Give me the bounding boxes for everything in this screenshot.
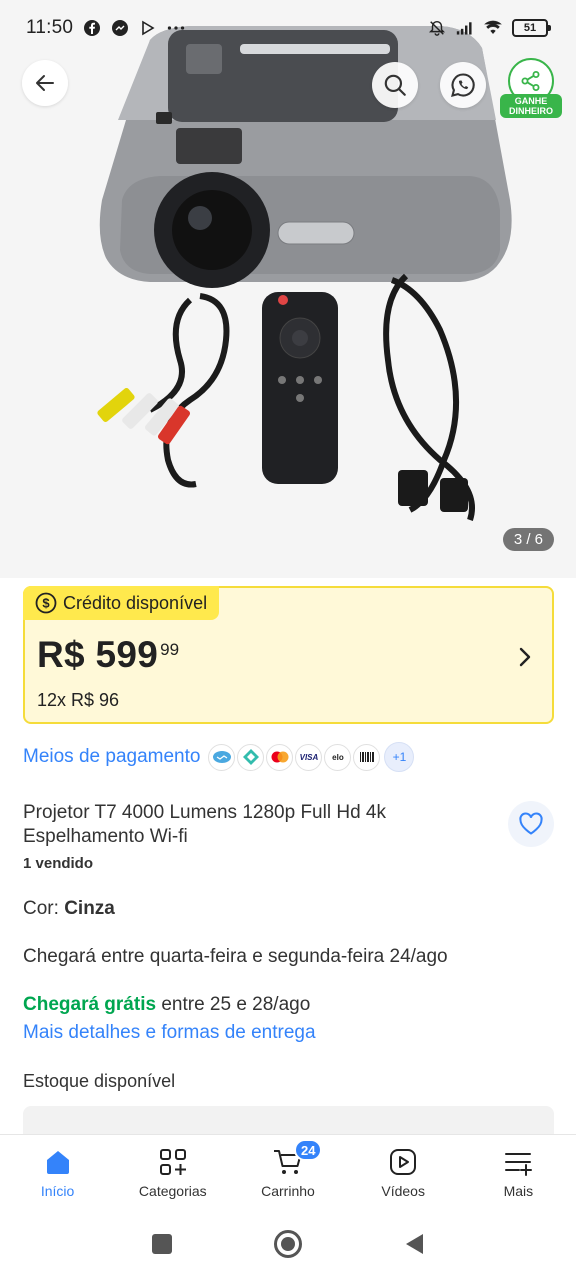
cart-badge: 24: [293, 1139, 323, 1161]
svg-text:$: $: [42, 596, 50, 611]
installments: 12x R$ 96: [37, 690, 120, 710]
nav-home-label: Início: [40, 1183, 75, 1199]
search-button[interactable]: [372, 62, 418, 108]
nav-cart-label: Carrinho: [261, 1183, 315, 1199]
image-counter: 3 / 6: [502, 528, 554, 551]
more-payment-methods[interactable]: +1: [384, 742, 415, 772]
credit-box[interactable]: $ Crédito disponível R$ 599 99 12x R$ 96: [23, 586, 554, 724]
heart-icon: [519, 812, 543, 835]
bottom-nav: Início Categorias 24 Carrinho Vídeos Mai…: [0, 1134, 576, 1208]
home-system-icon[interactable]: [273, 1229, 303, 1259]
elo-icon: elo: [324, 743, 352, 771]
back-system-icon[interactable]: [403, 1232, 425, 1256]
status-bar: 11:50 51: [0, 0, 576, 56]
status-left: 11:50: [26, 17, 185, 39]
nav-more-label: Mais: [503, 1183, 534, 1199]
free-shipping-info: Chegará grátis entre 25 e 28/ago: [23, 994, 310, 1016]
messenger-icon: [111, 19, 129, 37]
share-earn-button[interactable]: GANHE DINHEIRO: [500, 58, 562, 118]
whatsapp-button[interactable]: [440, 62, 486, 108]
payment-methods-link[interactable]: Meios de pagamento: [23, 746, 200, 768]
mastercard-icon: [266, 743, 294, 771]
boleto-icon: [353, 743, 381, 771]
price: R$ 599 99: [37, 634, 179, 676]
price-main: R$ 599: [37, 634, 159, 675]
free-shipping-label: Chegará grátis: [23, 994, 157, 1015]
color-value: Cinza: [64, 898, 115, 919]
nav-categories[interactable]: Categorias: [123, 1145, 223, 1199]
nav-cart[interactable]: 24 Carrinho: [238, 1139, 338, 1199]
color-label: Cor:: [23, 898, 65, 919]
credit-tag: $ Crédito disponível: [23, 586, 220, 620]
nav-videos[interactable]: Vídeos: [353, 1145, 453, 1199]
stock-label: Estoque disponível: [23, 1071, 176, 1091]
payment-methods-row[interactable]: Meios de pagamento VISA elo +1: [23, 742, 415, 772]
more-dots-icon: [167, 19, 185, 37]
sold-count: 1 vendido: [23, 855, 94, 872]
price-cents: 99: [160, 640, 180, 659]
play-icon: [139, 19, 157, 37]
search-icon: [384, 74, 406, 96]
chevron-right-icon: [519, 647, 531, 667]
menu-plus-icon: [501, 1145, 535, 1179]
nav-categories-label: Categorias: [138, 1183, 207, 1199]
system-nav: [0, 1208, 576, 1280]
more-details-link[interactable]: Mais detalhes e formas de entrega: [23, 1022, 316, 1044]
facebook-icon: [83, 19, 101, 37]
free-shipping-dates: entre 25 e 28/ago: [156, 994, 311, 1015]
product-title: Projetor T7 4000 Lumens 1280p Full Hd 4k…: [23, 802, 386, 847]
categories-icon: [156, 1145, 190, 1179]
video-icon: [386, 1145, 420, 1179]
arrow-left-icon: [36, 75, 54, 91]
favorite-button[interactable]: [508, 801, 554, 847]
dollar-circle-icon: $: [35, 592, 57, 614]
share-icon: [521, 71, 540, 91]
product-image[interactable]: [0, 0, 576, 578]
home-icon: [41, 1145, 75, 1179]
arrival-info: Chegará entre quarta-feira e segunda-fei…: [23, 946, 448, 967]
pix-icon: [237, 743, 265, 771]
nav-more[interactable]: Mais: [468, 1145, 568, 1199]
whatsapp-icon: [451, 73, 475, 97]
status-time: 11:50: [26, 17, 74, 38]
credit-tag-label: Crédito disponível: [63, 592, 208, 613]
nav-videos-label: Vídeos: [381, 1183, 425, 1199]
mute-icon: [428, 19, 446, 37]
back-button[interactable]: [22, 60, 68, 106]
share-earn-label: GANHE DINHEIRO: [500, 94, 562, 118]
mercado-pago-icon: [208, 743, 236, 771]
product-gallery[interactable]: GANHE DINHEIRO 3 / 6: [0, 0, 576, 578]
recent-apps-icon[interactable]: [151, 1233, 173, 1255]
color-row[interactable]: Cor: Cinza: [23, 898, 115, 920]
battery-indicator: 51: [512, 19, 551, 37]
wifi-icon: [484, 19, 502, 37]
signal-icon: [456, 19, 474, 37]
nav-home[interactable]: Início: [8, 1145, 108, 1199]
status-right: 51: [428, 19, 551, 37]
visa-icon: VISA: [295, 743, 323, 771]
